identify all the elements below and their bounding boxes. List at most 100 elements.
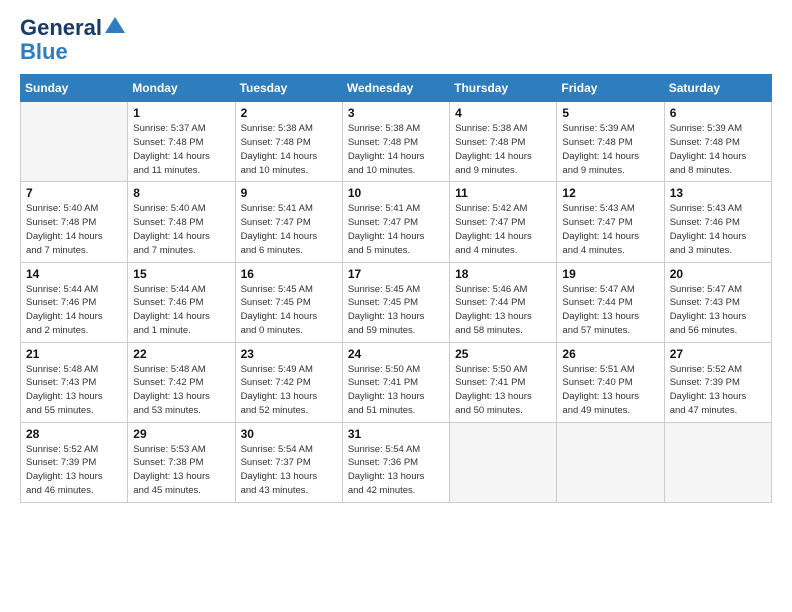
day-info: Sunrise: 5:50 AMSunset: 7:41 PMDaylight:…: [348, 363, 444, 418]
day-info: Sunrise: 5:43 AMSunset: 7:47 PMDaylight:…: [562, 202, 658, 257]
day-info: Sunrise: 5:54 AMSunset: 7:36 PMDaylight:…: [348, 443, 444, 498]
calendar-cell: [21, 102, 128, 182]
calendar-cell: 25Sunrise: 5:50 AMSunset: 7:41 PMDayligh…: [450, 342, 557, 422]
day-number: 10: [348, 186, 444, 200]
day-info: Sunrise: 5:51 AMSunset: 7:40 PMDaylight:…: [562, 363, 658, 418]
day-info: Sunrise: 5:38 AMSunset: 7:48 PMDaylight:…: [455, 122, 551, 177]
calendar-cell: 13 Sunrise: 5:43 AMSunset: 7:46 PMDayligh…: [664, 182, 771, 262]
calendar-cell: [557, 422, 664, 502]
day-info: Sunrise: 5:52 AMSunset: 7:39 PMDaylight:…: [670, 363, 766, 418]
calendar-cell: 2 Sunrise: 5:38 AMSunset: 7:48 PMDaylight…: [235, 102, 342, 182]
calendar-cell: 16Sunrise: 5:45 AMSunset: 7:45 PMDayligh…: [235, 262, 342, 342]
calendar-cell: 28 Sunrise: 5:52 AMSunset: 7:39 PMDayligh…: [21, 422, 128, 502]
day-number: 15: [133, 267, 229, 281]
day-info: Sunrise: 5:39 AMSunset: 7:48 PMDaylight:…: [562, 122, 658, 177]
calendar-cell: 12 Sunrise: 5:43 AMSunset: 7:47 PMDayligh…: [557, 182, 664, 262]
day-info: Sunrise: 5:40 AMSunset: 7:48 PMDaylight:…: [26, 202, 122, 257]
calendar-cell: 1 Sunrise: 5:37 AMSunset: 7:48 PMDaylight…: [128, 102, 235, 182]
logo: General Blue: [20, 16, 125, 64]
calendar-cell: 15 Sunrise: 5:44 AMSunset: 7:46 PMDayligh…: [128, 262, 235, 342]
header: General Blue: [20, 16, 772, 64]
day-number: 5: [562, 106, 658, 120]
day-number: 17: [348, 267, 444, 281]
column-header-tuesday: Tuesday: [235, 75, 342, 102]
calendar-cell: 23Sunrise: 5:49 AMSunset: 7:42 PMDayligh…: [235, 342, 342, 422]
calendar-cell: 6 Sunrise: 5:39 AMSunset: 7:48 PMDaylight…: [664, 102, 771, 182]
day-number: 19: [562, 267, 658, 281]
calendar-cell: 20 Sunrise: 5:47 AMSunset: 7:43 PMDayligh…: [664, 262, 771, 342]
day-info: Sunrise: 5:48 AMSunset: 7:42 PMDaylight:…: [133, 363, 229, 418]
day-number: 13: [670, 186, 766, 200]
day-info: Sunrise: 5:53 AMSunset: 7:38 PMDaylight:…: [133, 443, 229, 498]
calendar-cell: 18Sunrise: 5:46 AMSunset: 7:44 PMDayligh…: [450, 262, 557, 342]
week-row-3: 14 Sunrise: 5:44 AMSunset: 7:46 PMDayligh…: [21, 262, 772, 342]
week-row-2: 7 Sunrise: 5:40 AMSunset: 7:48 PMDaylight…: [21, 182, 772, 262]
day-info: Sunrise: 5:41 AMSunset: 7:47 PMDaylight:…: [348, 202, 444, 257]
day-number: 16: [241, 267, 337, 281]
day-info: Sunrise: 5:47 AMSunset: 7:43 PMDaylight:…: [670, 283, 766, 338]
day-info: Sunrise: 5:38 AMSunset: 7:48 PMDaylight:…: [241, 122, 337, 177]
calendar-cell: 17 Sunrise: 5:45 AMSunset: 7:45 PMDayligh…: [342, 262, 449, 342]
page: General Blue SundayMondayTuesdayWednesda…: [0, 0, 792, 612]
day-number: 24: [348, 347, 444, 361]
day-number: 18: [455, 267, 551, 281]
calendar-cell: 29 Sunrise: 5:53 AMSunset: 7:38 PMDayligh…: [128, 422, 235, 502]
column-header-sunday: Sunday: [21, 75, 128, 102]
calendar-cell: 10 Sunrise: 5:41 AMSunset: 7:47 PMDayligh…: [342, 182, 449, 262]
week-row-4: 21Sunrise: 5:48 AMSunset: 7:43 PMDayligh…: [21, 342, 772, 422]
day-number: 29: [133, 427, 229, 441]
column-header-thursday: Thursday: [450, 75, 557, 102]
day-number: 27: [670, 347, 766, 361]
day-number: 25: [455, 347, 551, 361]
day-info: Sunrise: 5:42 AMSunset: 7:47 PMDaylight:…: [455, 202, 551, 257]
day-number: 3: [348, 106, 444, 120]
day-info: Sunrise: 5:47 AMSunset: 7:44 PMDaylight:…: [562, 283, 658, 338]
day-number: 2: [241, 106, 337, 120]
logo-text-general: General: [20, 16, 102, 40]
calendar-cell: 8Sunrise: 5:40 AMSunset: 7:48 PMDaylight…: [128, 182, 235, 262]
calendar-cell: 26Sunrise: 5:51 AMSunset: 7:40 PMDayligh…: [557, 342, 664, 422]
calendar-cell: 4 Sunrise: 5:38 AMSunset: 7:48 PMDaylight…: [450, 102, 557, 182]
day-number: 20: [670, 267, 766, 281]
day-number: 14: [26, 267, 122, 281]
day-info: Sunrise: 5:45 AMSunset: 7:45 PMDaylight:…: [348, 283, 444, 338]
day-number: 7: [26, 186, 122, 200]
column-header-wednesday: Wednesday: [342, 75, 449, 102]
day-info: Sunrise: 5:52 AMSunset: 7:39 PMDaylight:…: [26, 443, 122, 498]
day-number: 12: [562, 186, 658, 200]
day-number: 4: [455, 106, 551, 120]
day-number: 31: [348, 427, 444, 441]
day-info: Sunrise: 5:54 AMSunset: 7:37 PMDaylight:…: [241, 443, 337, 498]
day-number: 1: [133, 106, 229, 120]
calendar-cell: [450, 422, 557, 502]
day-info: Sunrise: 5:38 AMSunset: 7:48 PMDaylight:…: [348, 122, 444, 177]
calendar-cell: 21Sunrise: 5:48 AMSunset: 7:43 PMDayligh…: [21, 342, 128, 422]
column-header-saturday: Saturday: [664, 75, 771, 102]
header-row: SundayMondayTuesdayWednesdayThursdayFrid…: [21, 75, 772, 102]
calendar-cell: 19 Sunrise: 5:47 AMSunset: 7:44 PMDayligh…: [557, 262, 664, 342]
day-info: Sunrise: 5:37 AMSunset: 7:48 PMDaylight:…: [133, 122, 229, 177]
logo-text-blue: Blue: [20, 40, 125, 64]
calendar-cell: 9 Sunrise: 5:41 AMSunset: 7:47 PMDaylight…: [235, 182, 342, 262]
day-number: 9: [241, 186, 337, 200]
day-number: 22: [133, 347, 229, 361]
day-info: Sunrise: 5:44 AMSunset: 7:46 PMDaylight:…: [133, 283, 229, 338]
calendar-cell: 24 Sunrise: 5:50 AMSunset: 7:41 PMDayligh…: [342, 342, 449, 422]
calendar-cell: 5 Sunrise: 5:39 AMSunset: 7:48 PMDaylight…: [557, 102, 664, 182]
calendar-cell: 3 Sunrise: 5:38 AMSunset: 7:48 PMDaylight…: [342, 102, 449, 182]
logo-icon: [105, 17, 125, 33]
day-number: 30: [241, 427, 337, 441]
day-info: Sunrise: 5:39 AMSunset: 7:48 PMDaylight:…: [670, 122, 766, 177]
calendar-cell: 31 Sunrise: 5:54 AMSunset: 7:36 PMDayligh…: [342, 422, 449, 502]
day-info: Sunrise: 5:44 AMSunset: 7:46 PMDaylight:…: [26, 283, 122, 338]
day-info: Sunrise: 5:49 AMSunset: 7:42 PMDaylight:…: [241, 363, 337, 418]
day-number: 28: [26, 427, 122, 441]
day-info: Sunrise: 5:41 AMSunset: 7:47 PMDaylight:…: [241, 202, 337, 257]
day-number: 6: [670, 106, 766, 120]
day-info: Sunrise: 5:43 AMSunset: 7:46 PMDaylight:…: [670, 202, 766, 257]
column-header-monday: Monday: [128, 75, 235, 102]
calendar-table: SundayMondayTuesdayWednesdayThursdayFrid…: [20, 74, 772, 502]
calendar-cell: 30 Sunrise: 5:54 AMSunset: 7:37 PMDayligh…: [235, 422, 342, 502]
week-row-1: 1 Sunrise: 5:37 AMSunset: 7:48 PMDaylight…: [21, 102, 772, 182]
calendar-cell: 7 Sunrise: 5:40 AMSunset: 7:48 PMDaylight…: [21, 182, 128, 262]
